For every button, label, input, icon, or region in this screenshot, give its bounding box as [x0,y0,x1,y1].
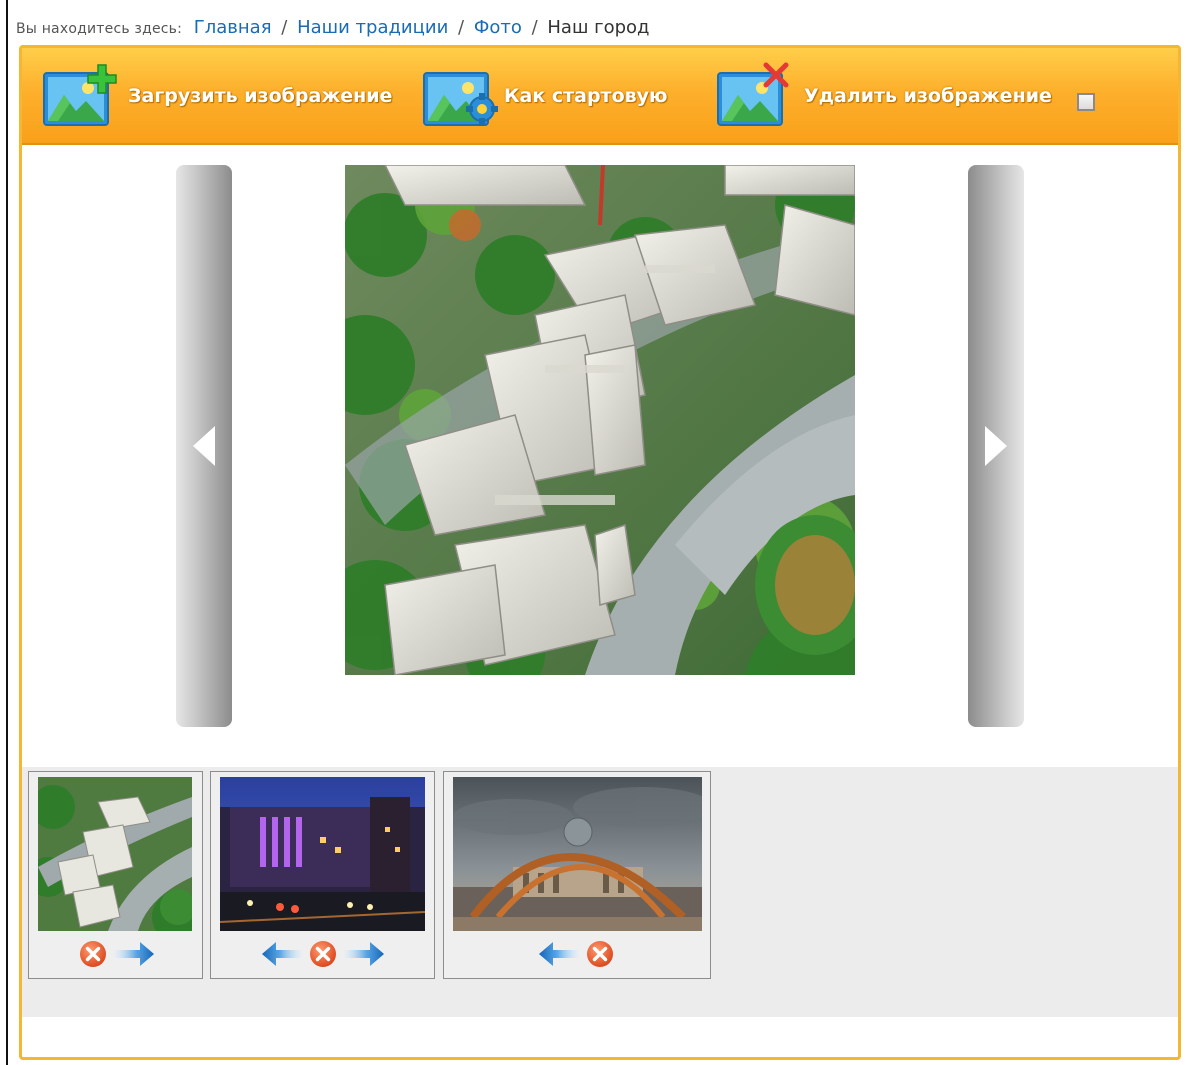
breadcrumb-separator: / [281,17,288,38]
breadcrumb-current: Наш город [547,17,650,38]
thumbnail-controls [444,936,710,972]
delete-icon[interactable] [585,939,615,969]
gallery-toolbar: Загрузить изображение Как стартовую Удал… [22,48,1178,145]
arrow-right-icon [985,426,1007,466]
thumbnail-image[interactable] [38,777,192,931]
main-image [345,165,855,675]
breadcrumb-link-home[interactable]: Главная [194,17,272,38]
previous-image-button[interactable] [176,165,232,727]
delete-image-icon [717,62,789,126]
delete-image-button[interactable]: Удалить изображение [714,48,1052,143]
delete-icon[interactable] [77,939,108,969]
breadcrumb-prefix: Вы находитесь здесь: [16,21,183,37]
left-border-line [6,0,8,1065]
upload-image-button[interactable]: Загрузить изображение [40,48,392,143]
arrow-left-icon[interactable] [539,939,579,969]
monument-arches-photo [453,777,702,931]
night-building-photo [220,777,425,931]
set-as-start-label: Как стартовую [504,84,668,107]
aerial-city-campus-photo [38,777,192,931]
thumbnail-item[interactable] [28,771,203,979]
next-image-button[interactable] [968,165,1024,727]
arrow-left-icon[interactable] [261,939,302,969]
thumbnail-strip [22,767,1178,1017]
set-as-start-button[interactable]: Как стартовую [420,48,668,143]
breadcrumb-link-photo[interactable]: Фото [474,17,522,38]
upload-image-icon [43,63,117,126]
thumbnail-item[interactable] [210,771,435,979]
thumbnail-item[interactable] [443,771,711,979]
thumbnail-image[interactable] [220,777,425,931]
set-as-start-icon [423,71,498,126]
delete-image-label: Удалить изображение [804,84,1052,107]
upload-image-label: Загрузить изображение [128,84,393,107]
arrow-left-icon [193,426,215,466]
thumbnail-image[interactable] [453,777,702,931]
breadcrumb-separator: / [531,17,538,38]
thumbnail-controls [211,936,434,972]
breadcrumb: Вы находитесь здесь: Главная / Наши трад… [16,17,650,38]
thumbnail-controls [29,936,202,972]
image-viewer [22,145,1178,769]
aerial-city-campus-photo [345,165,855,675]
gallery-frame: Загрузить изображение Как стартовую Удал… [19,45,1181,1060]
breadcrumb-separator: / [458,17,465,38]
arrow-right-icon[interactable] [113,939,154,969]
breadcrumb-link-traditions[interactable]: Наши традиции [297,17,448,38]
delete-icon[interactable] [307,939,338,969]
select-image-checkbox[interactable] [1077,93,1095,111]
arrow-right-icon[interactable] [343,939,384,969]
